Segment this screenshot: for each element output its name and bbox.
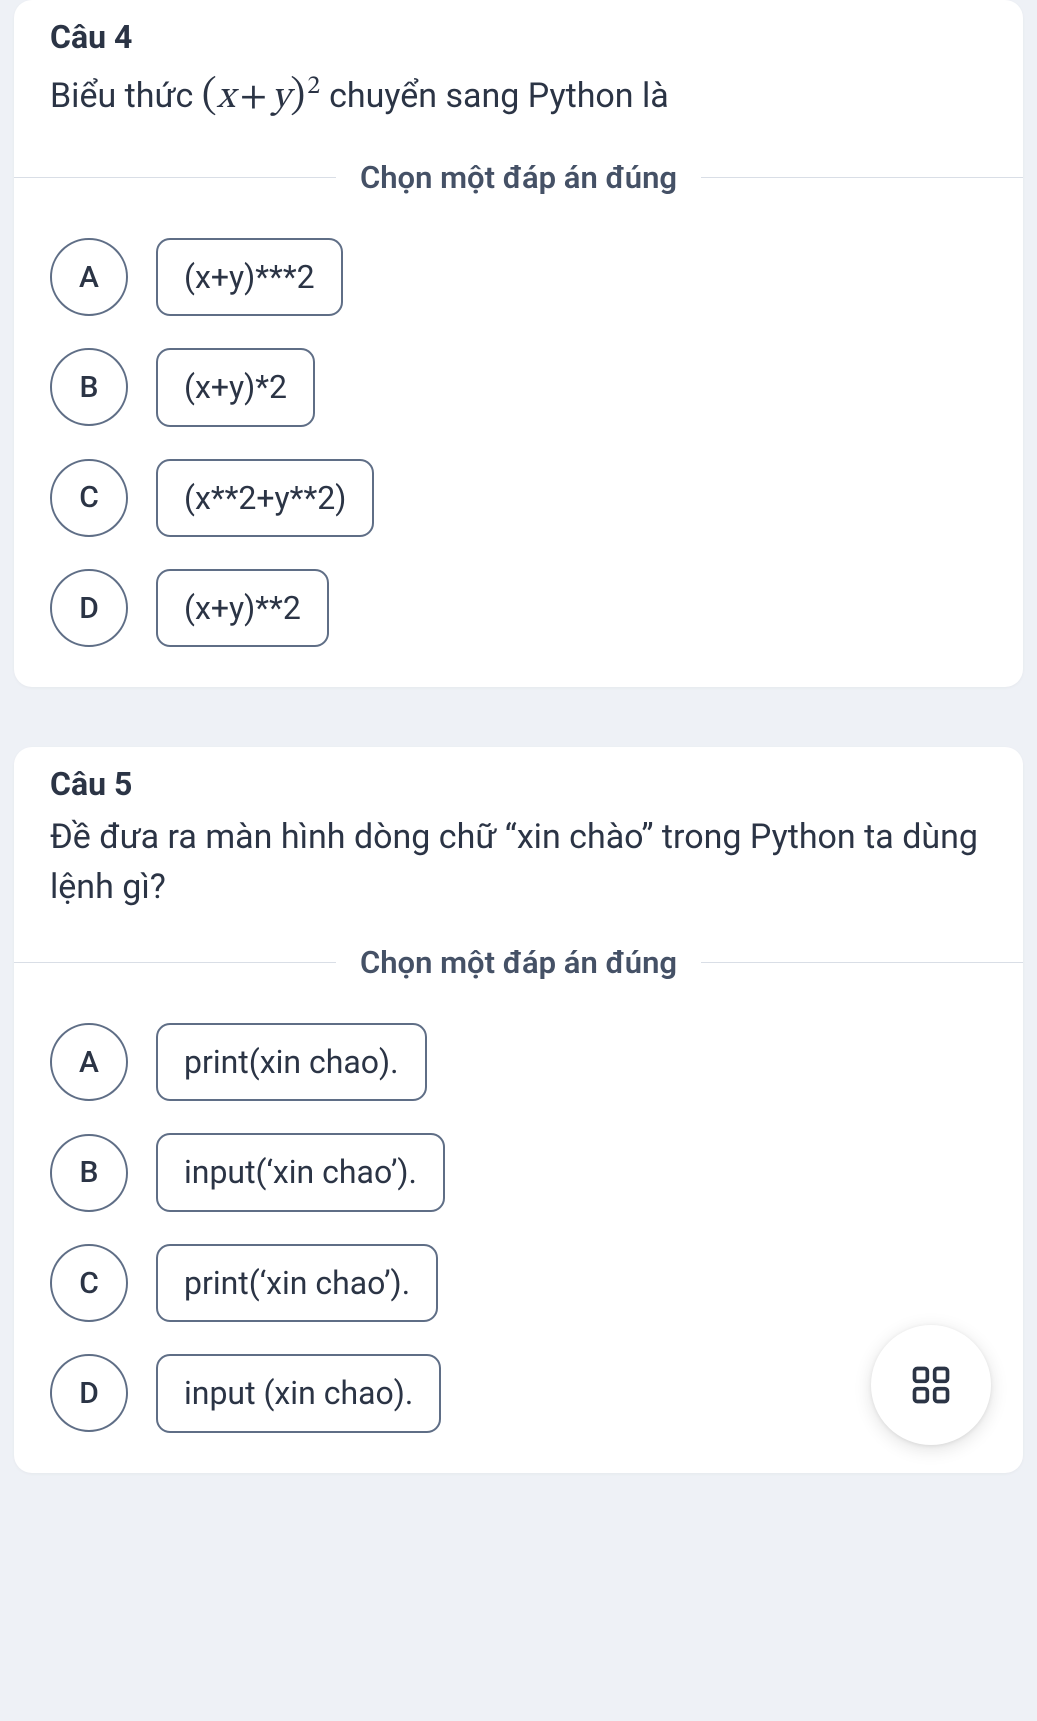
instruction-label: Chọn một đáp án đúng [360, 944, 677, 981]
choice-a[interactable]: A print(xin chao). [50, 1023, 987, 1101]
question-text: Biểu thức (x + y)2 chuyển sang Python là [14, 66, 1023, 159]
grid-menu-button[interactable] [871, 1325, 991, 1445]
choice-letter[interactable]: C [50, 459, 128, 537]
choice-text[interactable]: (x+y)**2 [156, 569, 329, 647]
choice-letter[interactable]: A [50, 1023, 128, 1101]
choice-letter[interactable]: C [50, 1244, 128, 1322]
choice-text[interactable]: input (xin chao). [156, 1354, 441, 1432]
choice-letter[interactable]: B [50, 348, 128, 426]
choice-a[interactable]: A (x+y)***2 [50, 238, 987, 316]
choice-d[interactable]: D input (xin chao). [50, 1354, 987, 1432]
math-expression: (x + y)2 [202, 79, 329, 117]
question-title: Câu 4 [14, 0, 1023, 66]
choice-d[interactable]: D (x+y)**2 [50, 569, 987, 647]
choice-letter[interactable]: A [50, 238, 128, 316]
text-suffix: chuyển sang Python là [329, 76, 669, 116]
choice-letter[interactable]: D [50, 1354, 128, 1432]
choice-c[interactable]: C print(‘xin chao’). [50, 1244, 987, 1322]
question-card-4: Câu 4 Biểu thức (x + y)2 chuyển sang Pyt… [14, 0, 1023, 687]
question-card-5: Câu 5 Đề đưa ra màn hình dòng chữ “xin c… [14, 747, 1023, 1472]
choice-b[interactable]: B (x+y)*2 [50, 348, 987, 426]
choice-text[interactable]: (x**2+y**2) [156, 459, 374, 537]
choice-text[interactable]: (x+y)*2 [156, 348, 315, 426]
choice-text[interactable]: input(‘xin chao’). [156, 1133, 445, 1211]
choice-letter[interactable]: B [50, 1134, 128, 1212]
choice-text[interactable]: print(xin chao). [156, 1023, 427, 1101]
instruction-divider: Chọn một đáp án đúng [14, 159, 1023, 196]
choice-list: A (x+y)***2 B (x+y)*2 C (x**2+y**2) D (x… [14, 238, 1023, 648]
grid-menu-icon [909, 1363, 953, 1407]
choice-text[interactable]: print(‘xin chao’). [156, 1244, 438, 1322]
question-text: Đề đưa ra màn hình dòng chữ “xin chào” t… [14, 813, 1023, 944]
choice-c[interactable]: C (x**2+y**2) [50, 459, 987, 537]
text-prefix: Biểu thức [50, 76, 202, 116]
instruction-divider: Chọn một đáp án đúng [14, 944, 1023, 981]
question-title: Câu 5 [14, 747, 1023, 813]
instruction-label: Chọn một đáp án đúng [360, 159, 677, 196]
choice-b[interactable]: B input(‘xin chao’). [50, 1133, 987, 1211]
choice-text[interactable]: (x+y)***2 [156, 238, 343, 316]
choice-letter[interactable]: D [50, 569, 128, 647]
